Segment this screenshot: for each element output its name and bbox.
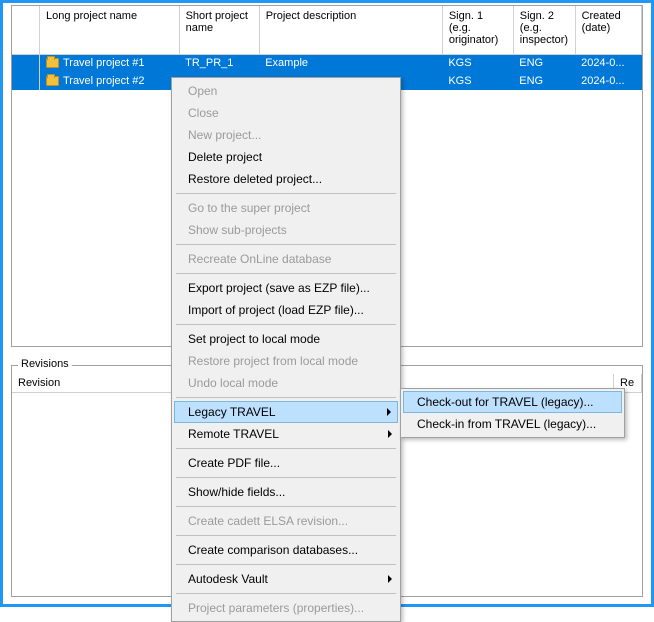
chevron-right-icon <box>387 408 391 416</box>
submenu-checkin[interactable]: Check-in from TRAVEL (legacy)... <box>403 413 622 435</box>
menu-project-params[interactable]: Project parameters (properties)... <box>174 597 398 619</box>
menu-set-local[interactable]: Set project to local mode <box>174 328 398 350</box>
menu-show-sub[interactable]: Show sub-projects <box>174 219 398 241</box>
chevron-right-icon <box>388 430 392 438</box>
col-header-sign1[interactable]: Sign. 1 (e.g. originator) <box>442 6 513 54</box>
col-header-short[interactable]: Short project name <box>179 6 259 54</box>
menu-recreate-online[interactable]: Recreate OnLine database <box>174 248 398 270</box>
cell-date: 2024-0... <box>575 54 641 72</box>
menu-undo-local[interactable]: Undo local mode <box>174 372 398 394</box>
cell-short: TR_PR_1 <box>179 54 259 72</box>
col-header-name[interactable]: Long project name <box>39 6 179 54</box>
revisions-label: Revisions <box>18 358 72 370</box>
cell-s2: ENG <box>513 72 575 90</box>
menu-separator <box>176 273 396 274</box>
menu-go-super[interactable]: Go to the super project <box>174 197 398 219</box>
menu-import-ezp[interactable]: Import of project (load EZP file)... <box>174 299 398 321</box>
context-menu: Open Close New project... Delete project… <box>171 77 401 622</box>
menu-autodesk-vault[interactable]: Autodesk Vault <box>174 568 398 590</box>
cell-desc: Example <box>259 54 442 72</box>
menu-separator <box>176 477 396 478</box>
menu-vault-label: Autodesk Vault <box>188 572 268 586</box>
cell-s2: ENG <box>513 54 575 72</box>
col-header-handle[interactable] <box>12 6 39 54</box>
menu-create-pdf[interactable]: Create PDF file... <box>174 452 398 474</box>
menu-separator <box>176 193 396 194</box>
folder-icon <box>46 58 59 68</box>
menu-restore-deleted[interactable]: Restore deleted project... <box>174 168 398 190</box>
menu-show-hide-fields[interactable]: Show/hide fields... <box>174 481 398 503</box>
legacy-travel-submenu: Check-out for TRAVEL (legacy)... Check-i… <box>400 388 625 438</box>
menu-elsa-revision[interactable]: Create cadett ELSA revision... <box>174 510 398 532</box>
cell-s1: KGS <box>442 54 513 72</box>
menu-close[interactable]: Close <box>174 102 398 124</box>
menu-remote-label: Remote TRAVEL <box>188 427 279 441</box>
menu-legacy-label: Legacy TRAVEL <box>188 405 276 419</box>
chevron-right-icon <box>388 575 392 583</box>
menu-separator <box>176 564 396 565</box>
menu-new-project[interactable]: New project... <box>174 124 398 146</box>
menu-separator <box>176 535 396 536</box>
col-header-sign2[interactable]: Sign. 2 (e.g. inspector) <box>513 6 575 54</box>
menu-separator <box>176 397 396 398</box>
menu-export-ezp[interactable]: Export project (save as EZP file)... <box>174 277 398 299</box>
cell-name: Travel project #1 <box>63 57 145 69</box>
table-row[interactable]: Travel project #1 TR_PR_1 Example KGS EN… <box>12 54 642 72</box>
cell-name: Travel project #2 <box>63 75 145 87</box>
menu-separator <box>176 593 396 594</box>
menu-remote-travel[interactable]: Remote TRAVEL <box>174 423 398 445</box>
menu-legacy-travel[interactable]: Legacy TRAVEL <box>174 401 398 423</box>
menu-separator <box>176 324 396 325</box>
menu-separator <box>176 448 396 449</box>
menu-separator <box>176 506 396 507</box>
col-header-desc[interactable]: Project description <box>259 6 442 54</box>
menu-restore-local[interactable]: Restore project from local mode <box>174 350 398 372</box>
folder-icon <box>46 76 59 86</box>
menu-separator <box>176 244 396 245</box>
cell-date: 2024-0... <box>575 72 641 90</box>
menu-comparison-db[interactable]: Create comparison databases... <box>174 539 398 561</box>
submenu-checkout[interactable]: Check-out for TRAVEL (legacy)... <box>403 391 622 413</box>
col-header-created[interactable]: Created (date) <box>575 6 641 54</box>
cell-s1: KGS <box>442 72 513 90</box>
menu-open[interactable]: Open <box>174 80 398 102</box>
menu-delete-project[interactable]: Delete project <box>174 146 398 168</box>
